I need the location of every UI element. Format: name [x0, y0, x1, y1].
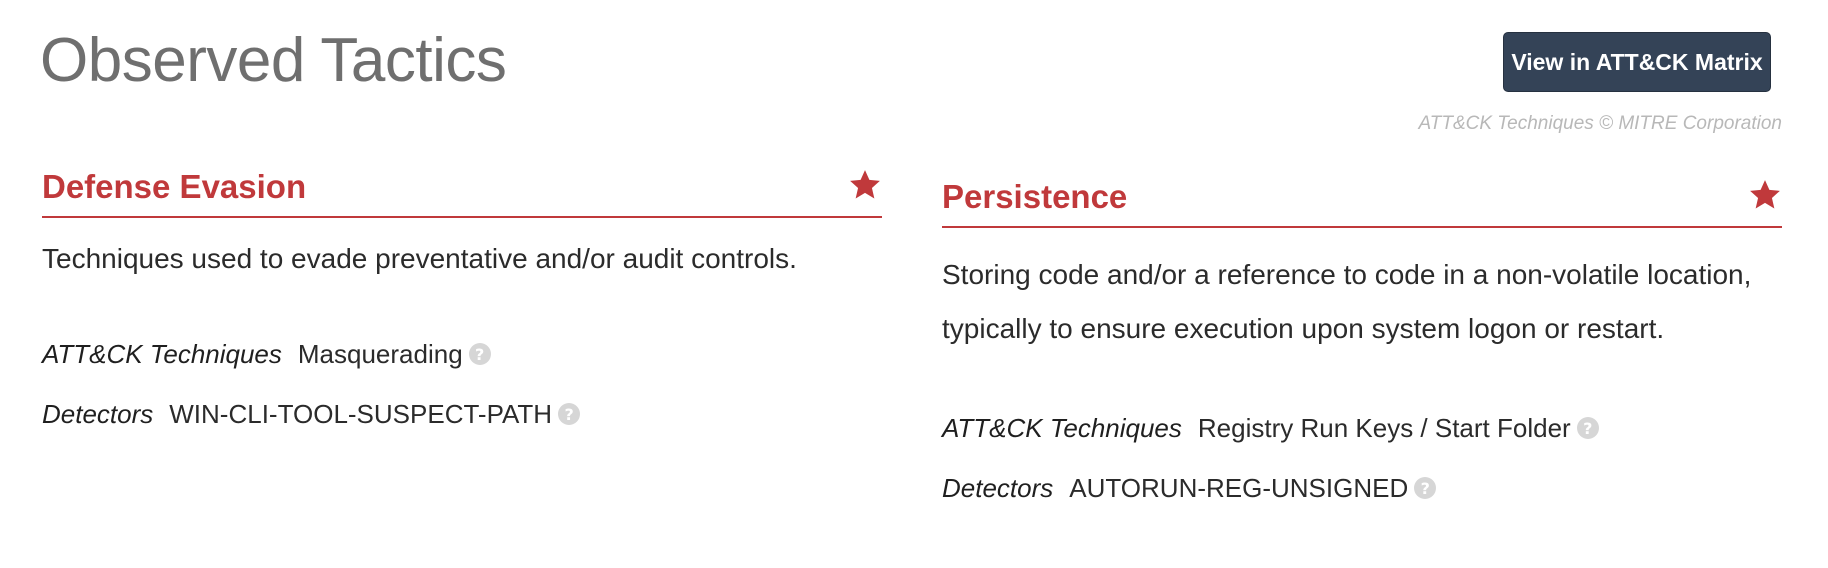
detector-value: WIN-CLI-TOOL-SUSPECT-PATH — [169, 398, 553, 429]
technique-value: Registry Run Keys / Start Folder — [1197, 412, 1571, 443]
page-title: Observed Tactics — [40, 26, 507, 95]
tactic-title: Defense Evasion — [42, 168, 307, 205]
detectors-label: Detectors — [42, 398, 154, 429]
star-icon[interactable] — [848, 168, 882, 202]
help-icon[interactable]: ? — [1414, 477, 1437, 499]
star-icon[interactable] — [1748, 178, 1782, 212]
help-icon[interactable]: ? — [468, 343, 491, 365]
detectors-row: Detectors WIN-CLI-TOOL-SUSPECT-PATH ? — [42, 384, 882, 444]
tactic-description: Techniques used to evade preventative an… — [42, 243, 797, 274]
detectors-row: Detectors AUTORUN-REG-UNSIGNED ? — [942, 458, 1782, 518]
tactic-meta: ATT&CK Techniques Masquerading ? Detecto… — [42, 324, 882, 444]
tactic-header: Persistence — [942, 172, 1782, 228]
detectors-label: Detectors — [942, 472, 1054, 503]
techniques-row: ATT&CK Techniques Masquerading ? — [42, 324, 882, 384]
techniques-row: ATT&CK Techniques Registry Run Keys / St… — [942, 398, 1782, 458]
detector-value: AUTORUN-REG-UNSIGNED — [1069, 472, 1409, 503]
copyright-note: ATT&CK Techniques © MITRE Corporation — [1418, 113, 1782, 134]
techniques-label: ATT&CK Techniques — [942, 412, 1182, 443]
tactic-card-persistence: Persistence Storing code and/or a refere… — [942, 172, 1782, 518]
technique-value: Masquerading — [297, 338, 463, 369]
techniques-label: ATT&CK Techniques — [42, 338, 282, 369]
view-attack-matrix-button[interactable]: View in ATT&CK Matrix — [1503, 32, 1771, 92]
tactic-description: Storing code and/or a reference to code … — [942, 259, 1752, 344]
tactic-header: Defense Evasion — [42, 162, 882, 218]
help-icon[interactable]: ? — [1576, 417, 1599, 439]
help-icon[interactable]: ? — [558, 403, 581, 425]
tactic-title: Persistence — [942, 178, 1128, 215]
tactic-card-defense-evasion: Defense Evasion Techniques used to evade… — [42, 162, 882, 444]
tactic-meta: ATT&CK Techniques Registry Run Keys / St… — [942, 398, 1782, 518]
